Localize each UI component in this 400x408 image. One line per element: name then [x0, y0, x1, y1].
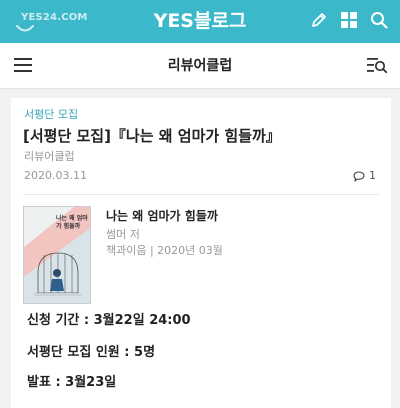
comment-count: 1: [369, 169, 376, 182]
post-card: 서평단 모집 [서평단 모집]『나는 왜 엄마가 힘들까』 리뷰어클럽 2020…: [11, 98, 391, 408]
application-period: 신청 기간 : 3월22일 24:00: [27, 313, 191, 328]
book-author: 썸머 저: [106, 228, 140, 241]
book-cover[interactable]: 나는 왜 엄마가 힘들까: [23, 206, 91, 304]
book-info: 나는 왜 엄마가 힘들까 썸머 저 책과이음 | 2020년 03월: [106, 208, 223, 258]
blog-title[interactable]: 리뷰어클럽: [0, 56, 400, 76]
post-date: 2020.03.11: [24, 169, 87, 182]
list-search-icon[interactable]: [367, 56, 387, 74]
comment-button[interactable]: 1: [353, 169, 376, 183]
recruit-count: 서평단 모집 인원 : 5명: [27, 345, 156, 360]
pencil-icon[interactable]: [310, 11, 328, 29]
grid-icon[interactable]: [340, 11, 358, 29]
announcement-date: 발표 : 3월23일: [27, 375, 117, 390]
search-icon[interactable]: [370, 11, 388, 29]
top-icons: [310, 11, 388, 31]
post-category[interactable]: 서평단 모집: [24, 108, 78, 122]
sub-header: 리뷰어클럽: [0, 43, 400, 89]
book-publisher-date: 책과이음 | 2020년 03월: [106, 244, 223, 257]
post-title: [서평단 모집]『나는 왜 엄마가 힘들까』: [23, 127, 281, 145]
divider: [23, 194, 379, 195]
top-app-bar: YES24.COM YES블로그: [0, 0, 400, 43]
comment-icon: [353, 170, 365, 182]
post-author[interactable]: 리뷰어클럽: [24, 150, 75, 164]
book-title[interactable]: 나는 왜 엄마가 힘들까: [106, 208, 223, 224]
book-cover-title: 나는 왜 엄마가 힘들까: [56, 215, 88, 230]
